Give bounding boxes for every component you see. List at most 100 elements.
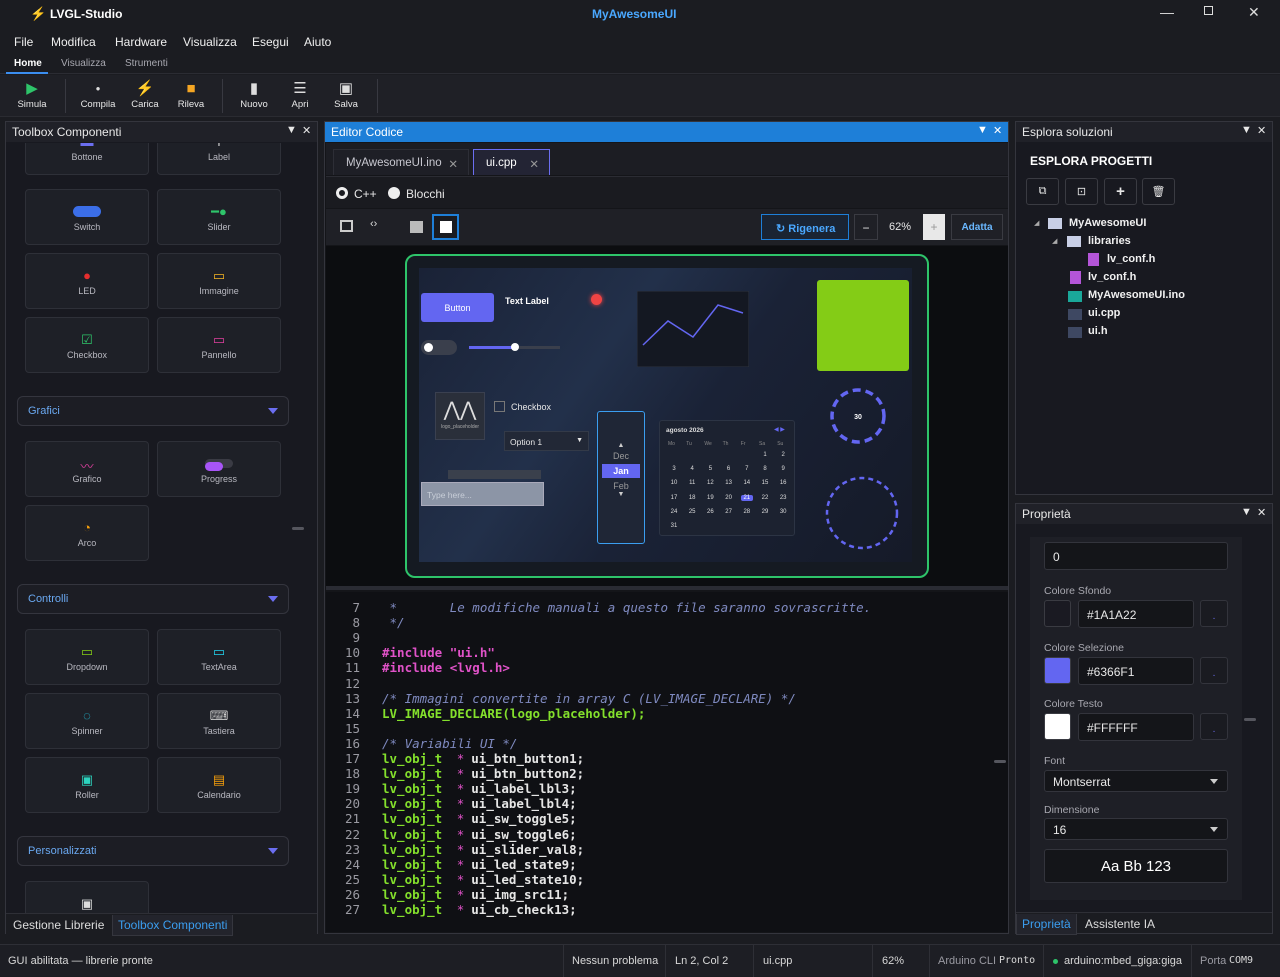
calendar-date[interactable]: 25 (686, 509, 698, 515)
tree-ino-file[interactable]: MyAwesomeUI.ino (1088, 289, 1185, 301)
editor-close-icon[interactable]: ✕ (993, 124, 1002, 137)
tab-home[interactable]: Home (14, 58, 42, 69)
close-tab-icon[interactable]: ✕ (448, 157, 458, 171)
preview-calendar[interactable]: agosto 2026 ◀ ▶ Mo Tu We Th Fr Sa Su 1 2 3 4 5 6 7 8 9 1… (659, 420, 795, 536)
numeric-field[interactable]: 0 (1044, 542, 1228, 570)
menu-modifica[interactable]: Modifica (51, 35, 96, 49)
calendar-date[interactable]: 14 (741, 480, 753, 486)
menu-aiuto[interactable]: Aiuto (304, 35, 331, 49)
calendar-date[interactable]: 3 (668, 466, 680, 472)
calendar-date[interactable]: 2 (777, 452, 789, 458)
calendar-date[interactable]: 5 (704, 466, 716, 472)
component-tastiera[interactable]: ⌨ Tastiera (157, 693, 281, 749)
code-line[interactable]: LV_IMAGE_DECLARE(logo_placeholder); (382, 706, 645, 721)
calendar-date[interactable]: 31 (668, 523, 680, 529)
code-line[interactable]: lv_obj_t * ui_led_state10; (382, 872, 584, 887)
bg-color-picker-button[interactable]: . (1200, 600, 1228, 627)
calendar-date[interactable]: 12 (704, 480, 716, 486)
menu-esegui[interactable]: Esegui (252, 35, 289, 49)
calendar-date[interactable]: 7 (741, 466, 753, 472)
preview-slider[interactable] (469, 343, 560, 351)
component-bottone[interactable]: ▬ Bottone (25, 143, 149, 175)
solution-menu-icon[interactable]: ▼ (1241, 124, 1252, 136)
calendar-date[interactable]: 6 (723, 466, 735, 472)
maximize-icon[interactable] (1204, 6, 1213, 15)
minimize-icon[interactable]: — (1160, 4, 1174, 20)
calendar-date[interactable]: 15 (759, 480, 771, 486)
preview-roller[interactable]: ▲ Dec Jan Feb ▼ (597, 411, 645, 544)
component-switch[interactable]: Switch (25, 189, 149, 245)
tab-ui-cpp[interactable]: ui.cpp ✕ (473, 149, 550, 175)
salva-button[interactable]: ▣ Salva (325, 79, 367, 115)
adatta-button[interactable]: Adatta (951, 214, 1003, 240)
code-scrollbar-thumb[interactable] (994, 760, 1006, 763)
light-theme-icon[interactable] (410, 221, 423, 233)
sel-color-swatch[interactable] (1044, 657, 1071, 684)
calendar-date[interactable]: 19 (704, 495, 716, 501)
component-calendario[interactable]: ▤ Calendario (157, 757, 281, 813)
calendar-date[interactable]: 16 (777, 480, 789, 486)
tab-assistente-ia[interactable]: Assistente IA (1080, 914, 1160, 934)
text-color-input[interactable]: #FFFFFF (1078, 713, 1194, 741)
tab-visualizza[interactable]: Visualizza (61, 58, 106, 69)
tree-view-icon[interactable] (340, 220, 353, 232)
calendar-date[interactable]: 23 (777, 495, 789, 501)
preview-textarea[interactable]: Type here... (421, 482, 544, 506)
component-checkbox[interactable]: ☑ Checkbox (25, 317, 149, 373)
tree-project-root[interactable]: MyAwesomeUI (1069, 217, 1146, 229)
component-label-widget[interactable]: T Label (157, 143, 281, 175)
calendar-date[interactable]: 20 (723, 495, 735, 501)
tree-libraries[interactable]: libraries (1088, 235, 1131, 247)
tab-gestione-librerie[interactable]: Gestione Librerie (8, 915, 109, 935)
calendar-date[interactable]: 28 (741, 509, 753, 515)
code-line[interactable]: lv_obj_t * ui_slider_val8; (382, 842, 584, 857)
preview-switch[interactable] (421, 340, 457, 355)
code-line[interactable]: lv_obj_t * ui_sw_toggle6; (382, 827, 577, 842)
cpp-radio[interactable] (336, 187, 348, 199)
sel-color-input[interactable]: #6366F1 (1078, 657, 1194, 685)
sel-color-picker-button[interactable]: . (1200, 657, 1228, 684)
calendar-date[interactable]: 17 (668, 495, 680, 501)
tab-toolbox-componenti[interactable]: Toolbox Componenti (112, 915, 234, 936)
code-line[interactable]: lv_obj_t * ui_label_lbl4; (382, 796, 577, 811)
menu-hardware[interactable]: Hardware (115, 35, 167, 49)
apri-button[interactable]: ☰ Apri (279, 79, 321, 115)
tree-lv-conf-lib[interactable]: lv_conf.h (1107, 253, 1155, 265)
status-problems[interactable]: Nessun problema (572, 955, 658, 967)
component-immagine[interactable]: ▭ Immagine (157, 253, 281, 309)
menu-visualizza[interactable]: Visualizza (183, 35, 237, 49)
calendar-date[interactable]: 21 (740, 494, 753, 501)
status-board[interactable]: arduino:mbed_giga:giga (1064, 955, 1182, 967)
properties-close-icon[interactable]: ✕ (1257, 506, 1266, 519)
component-progress[interactable]: Progress (157, 441, 281, 497)
code-line[interactable]: lv_obj_t * ui_sw_toggle5; (382, 811, 577, 826)
code-line[interactable]: /* Variabili UI */ (382, 736, 517, 751)
calendar-date[interactable]: 27 (723, 509, 735, 515)
expand-icon[interactable]: ◢ (1034, 219, 1039, 227)
add-button[interactable]: + (1104, 178, 1137, 205)
simula-button[interactable]: ▶ Simula (11, 79, 53, 115)
calendar-nav-icon[interactable]: ◀ ▶ (774, 426, 785, 433)
text-color-swatch[interactable] (1044, 713, 1071, 740)
solution-close-icon[interactable]: ✕ (1257, 124, 1266, 137)
code-line[interactable]: lv_obj_t * ui_cb_check13; (382, 902, 577, 917)
scrollbar-thumb[interactable] (292, 527, 304, 530)
code-line[interactable]: /* Immagini convertite in array C (LV_IM… (382, 691, 796, 706)
code-line[interactable]: */ (382, 615, 405, 630)
expand-icon[interactable]: ◢ (1052, 237, 1057, 245)
component-spinner[interactable]: ◌ Spinner (25, 693, 149, 749)
preview-button[interactable]: Button (421, 293, 494, 322)
tree-lv-conf[interactable]: lv_conf.h (1088, 271, 1136, 283)
blocks-radio[interactable] (388, 187, 400, 199)
toolbox-menu-icon[interactable]: ▼ (286, 124, 297, 136)
calendar-date[interactable]: 26 (704, 509, 716, 515)
status-port-value[interactable]: COM9 (1229, 955, 1253, 966)
tree-ui-h[interactable]: ui.h (1088, 325, 1108, 337)
calendar-date[interactable]: 4 (686, 466, 698, 472)
code-line[interactable]: #include "ui.h" (382, 645, 495, 660)
code-line[interactable]: lv_obj_t * ui_led_state9; (382, 857, 577, 872)
splitter[interactable] (326, 586, 1008, 590)
code-line[interactable]: lv_obj_t * ui_btn_button2; (382, 766, 584, 781)
component-slider[interactable]: ━● Slider (157, 189, 281, 245)
code-view-icon[interactable]: ‹› (370, 218, 377, 230)
